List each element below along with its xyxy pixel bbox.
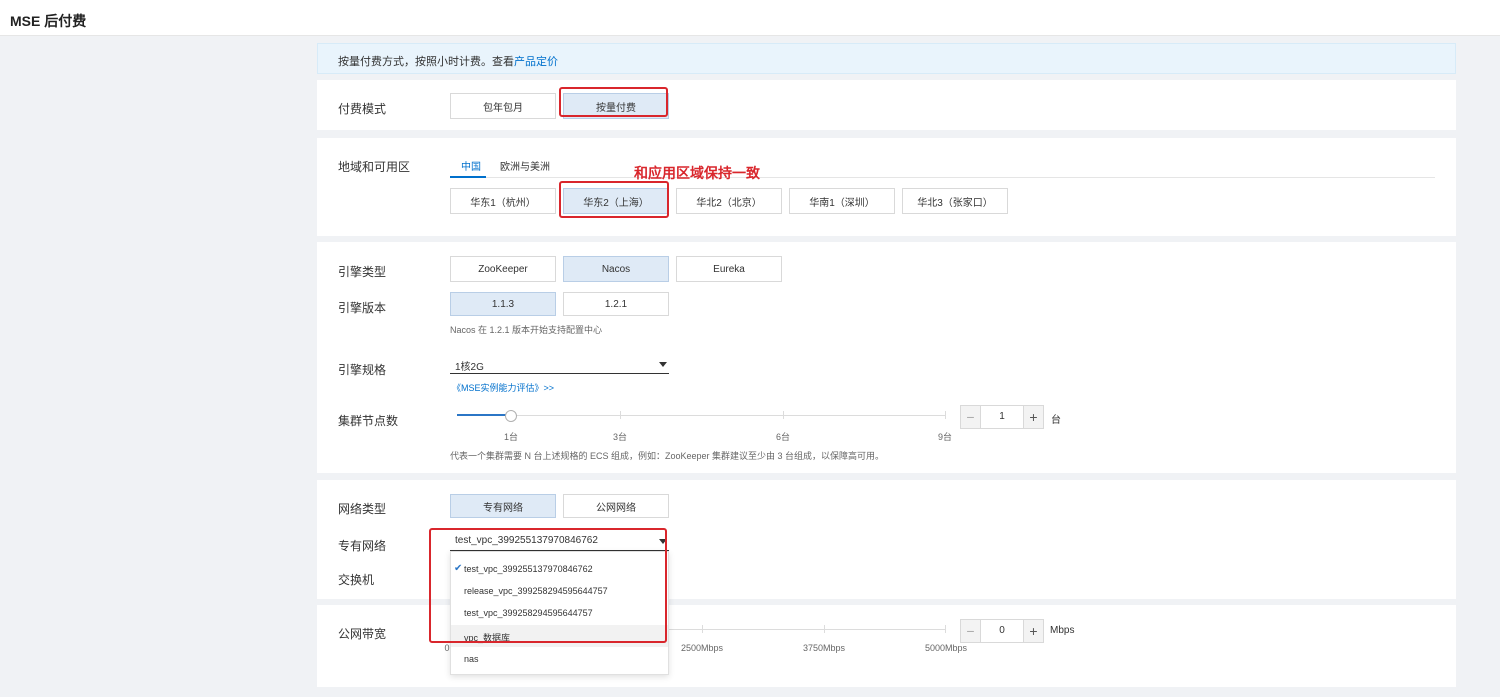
vpc-option[interactable]: test_vpc_399258294595644757 <box>451 602 668 624</box>
engine-version-label: 引擎版本 <box>338 301 387 315</box>
switch-label: 交换机 <box>338 573 375 587</box>
pricing-notice: 按量付费方式，按照小时计费。查看产品定价 <box>317 43 1456 74</box>
engine-spec-select[interactable]: 1核2G <box>450 354 669 374</box>
capacity-assessment-link[interactable]: 《MSE实例能力评估》>> <box>452 381 554 394</box>
bandwidth-label: 公网带宽 <box>338 627 387 641</box>
nodes-stepper-value[interactable]: 1 <box>981 411 1023 422</box>
region-option-zhangjiakou[interactable]: 华北3（张家口） <box>902 188 1008 214</box>
minus-icon[interactable]: − <box>961 406 981 428</box>
region-label: 地域和可用区 <box>338 160 411 174</box>
vpc-select[interactable]: test_vpc_399255137970846762 <box>450 531 669 551</box>
bandwidth-tick-label: 0 <box>444 643 450 653</box>
nodes-slider-tick <box>783 411 784 419</box>
engine-version-hint: Nacos 在 1.2.1 版本开始支持配置中心 <box>450 325 603 335</box>
engine-type-nacos[interactable]: Nacos <box>563 256 669 282</box>
nodes-tick-label: 9台 <box>937 432 953 442</box>
engine-version-1-1-3[interactable]: 1.1.3 <box>450 292 556 316</box>
vpc-select-value: test_vpc_399255137970846762 <box>455 535 598 546</box>
vpc-label: 专有网络 <box>338 539 387 553</box>
nodes-tick-label: 6台 <box>775 432 791 442</box>
tab-china[interactable]: 中国 <box>461 158 481 173</box>
vpc-option[interactable]: ✔ test_vpc_399255137970846762 <box>451 558 668 580</box>
bandwidth-slider-tick <box>945 625 946 633</box>
chevron-down-icon <box>659 362 667 367</box>
billing-option-subscription[interactable]: 包年包月 <box>450 93 556 119</box>
bandwidth-stepper-value[interactable]: 0 <box>981 625 1023 636</box>
nodes-slider-fill <box>457 414 510 416</box>
vpc-option[interactable]: release_vpc_399258294595644757 <box>451 580 668 602</box>
bandwidth-unit: Mbps <box>1050 625 1075 636</box>
billing-label: 付费模式 <box>338 102 387 116</box>
plus-icon[interactable]: + <box>1023 620 1043 642</box>
plus-icon[interactable]: + <box>1023 406 1043 428</box>
nodes-unit: 台 <box>1051 415 1061 426</box>
check-icon: ✔ <box>454 563 463 574</box>
region-option-shanghai[interactable]: 华东2（上海） <box>563 188 669 214</box>
tab-active-indicator <box>450 176 486 178</box>
engine-version-1-2-1[interactable]: 1.2.1 <box>563 292 669 316</box>
network-type-vpc[interactable]: 专有网络 <box>450 494 556 518</box>
region-option-beijing[interactable]: 华北2（北京） <box>676 188 782 214</box>
vpc-option[interactable]: nas <box>451 648 668 670</box>
vpc-option[interactable]: vpc_数据库 <box>451 625 668 647</box>
cluster-nodes-label: 集群节点数 <box>338 414 399 428</box>
engine-type-label: 引擎类型 <box>338 265 387 279</box>
cluster-nodes-hint: 代表一个集群需要 N 台上述规格的 ECS 组成，例如：ZooKeeper 集群… <box>450 451 885 461</box>
bandwidth-tick-label: 2500Mbps <box>680 643 724 653</box>
bandwidth-stepper: − 0 + <box>960 619 1044 643</box>
region-option-hangzhou[interactable]: 华东1（杭州） <box>450 188 556 214</box>
region-option-shenzhen[interactable]: 华南1（深圳） <box>789 188 895 214</box>
vpc-dropdown-menu: ✔ test_vpc_399255137970846762 release_vp… <box>450 551 669 675</box>
network-type-public[interactable]: 公网网络 <box>563 494 669 518</box>
nodes-slider-track[interactable] <box>457 415 945 416</box>
engine-spec-label: 引擎规格 <box>338 363 387 377</box>
bandwidth-slider-tick <box>824 625 825 633</box>
bandwidth-tick-label: 5000Mbps <box>924 643 968 653</box>
region-annotation: 和应用区域保持一致 <box>634 165 760 181</box>
nodes-slider-handle[interactable] <box>505 410 517 422</box>
engine-type-eureka[interactable]: Eureka <box>676 256 782 282</box>
top-bar: MSE 后付费 <box>0 0 1500 36</box>
tab-europe-americas[interactable]: 欧洲与美洲 <box>500 158 550 173</box>
page-title: MSE 后付费 <box>10 13 87 29</box>
chevron-down-icon <box>659 539 667 544</box>
nodes-tick-label: 3台 <box>612 432 628 442</box>
nodes-slider-tick <box>620 411 621 419</box>
nodes-stepper: − 1 + <box>960 405 1044 429</box>
pricing-link[interactable]: 产品定价 <box>514 56 558 68</box>
engine-spec-value: 1核2G <box>455 362 484 373</box>
nodes-slider-tick <box>945 411 946 419</box>
nodes-tick-label: 1台 <box>503 432 519 442</box>
billing-option-pay-as-you-go[interactable]: 按量付费 <box>563 93 669 119</box>
bandwidth-tick-label: 3750Mbps <box>802 643 846 653</box>
bandwidth-slider-tick <box>702 625 703 633</box>
network-type-label: 网络类型 <box>338 502 387 516</box>
region-tabs: 中国 欧洲与美洲 <box>450 152 1435 178</box>
engine-type-zookeeper[interactable]: ZooKeeper <box>450 256 556 282</box>
minus-icon[interactable]: − <box>961 620 981 642</box>
notice-text: 按量付费方式，按照小时计费。查看产品定价 <box>338 56 558 68</box>
